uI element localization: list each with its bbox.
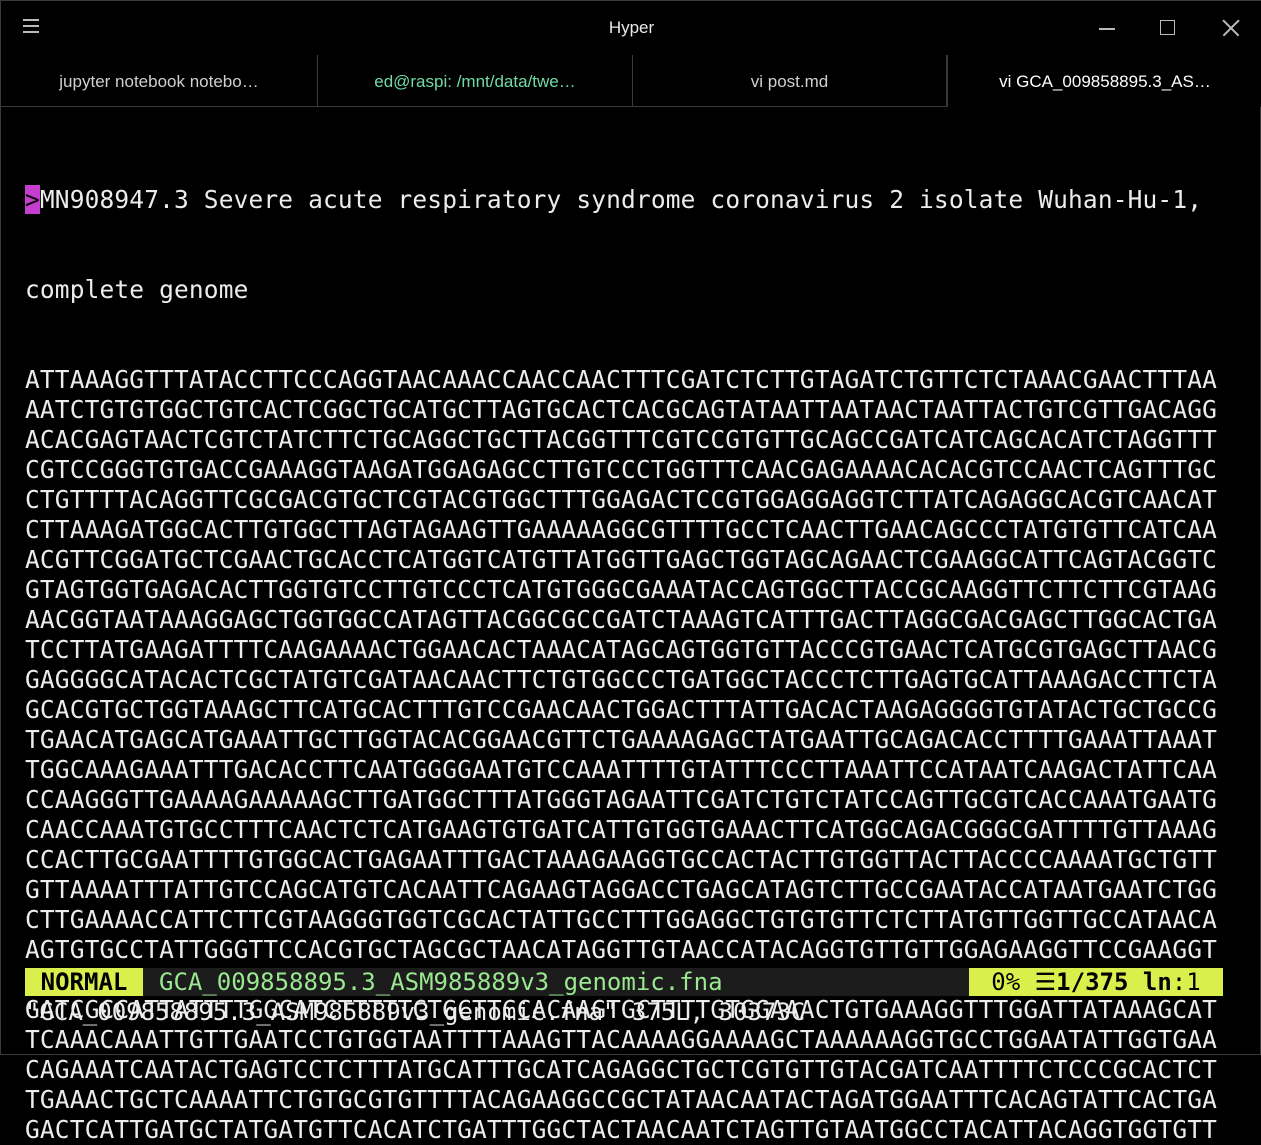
sequence-line: ACACGAGTAACTCGTCTATCTTCTGCAGGCTGCTTACGGT… (25, 425, 1218, 454)
minimize-icon[interactable] (1093, 15, 1121, 41)
fasta-header-line: >MN908947.3 Severe acute respiratory syn… (25, 185, 1241, 215)
cursor-position: 0% ☰1/375 ln:1 (969, 968, 1223, 996)
maximize-icon[interactable] (1154, 15, 1182, 41)
mode-indicator: NORMAL (25, 968, 143, 996)
statusline-filename: GCA_009858895.3_ASM985889v3_genomic.fna (159, 968, 723, 996)
text-cursor: > (25, 185, 40, 214)
sequence-line: CCACTTGCGAATTTTGTGGCACTGAGAATTTGACTAAAGA… (25, 845, 1218, 874)
window-title: Hyper (608, 18, 655, 37)
scroll-percent: 0% (991, 968, 1021, 996)
sequence-line: ACGTTCGGATGCTCGAACTGCACCTCATGGTCATGTTATG… (25, 545, 1218, 574)
sequence-line: GCACGTGCTGGTAAAGCTTCATGCACTTTGTCCGAACAAC… (25, 695, 1218, 724)
sequence-line: CGTCCGGGTGTGACCGAAAGGTAAGATGGAGAGCCTTGTC… (25, 455, 1218, 484)
sequence-line: GTTAAAATTTATTGTCCAGCATGTCACAATTCAGAAGTAG… (25, 875, 1218, 904)
tab-ssh-raspi[interactable]: ed@raspi: /mnt/data/twe… (318, 55, 633, 107)
sequence-line: AACGGTAATAAAGGAGCTGGTGGCCATAGTTACGGCGCCG… (25, 605, 1218, 634)
tab-vi-genome[interactable]: vi GCA_009858895.3_AS… (947, 55, 1261, 107)
sequence-line: CAACCAAATGTGCCTTTCAACTCTCATGAAGTGTGATCAT… (25, 815, 1218, 844)
sequence-line: CCAAGGGTTGAAAAGAAAAAGCTTGATGGCTTTATGGGTA… (25, 785, 1218, 814)
tab-bar: jupyter notebook notebo… ed@raspi: /mnt/… (1, 55, 1261, 107)
fasta-header-text: MN908947.3 Severe acute respiratory synd… (39, 185, 1203, 214)
sequence-line: ATTAAAGGTTTATACCTTCCCAGGTAACAAACCAACCAAC… (25, 365, 1218, 394)
sequence-line: GAGGGGCATACACTCGCTATGTCGATAACAACTTCTGTGG… (25, 665, 1218, 694)
close-icon[interactable] (1217, 15, 1245, 41)
sequence-line: TCAAACAAATTGTTGAATCCTGTGGTAATTTTAAAGTTAC… (25, 1025, 1218, 1054)
tab-vi-post[interactable]: vi post.md (633, 55, 947, 107)
title-bar: Hyper (1, 1, 1261, 56)
sequence-line: CTGTTTTACAGGTTCGCGACGTGCTCGTACGTGGCTTTGG… (25, 485, 1218, 514)
sequence-line: AGTGTGCCTATTGGGTTCCACGTGCTAGCGCTAACATAGG… (25, 935, 1218, 964)
sequence-line: TGGCAAAGAAATTTGACACCTTCAATGGGGAATGTCCAAA… (25, 755, 1218, 784)
sequence-line: TCCTTATGAAGATTTTCAAGAAAACTGGAACACTAAACAT… (25, 635, 1218, 664)
sequence-line: TGAACATGAGCATGAAATTGCTTGGTACACGGAACGTTCT… (25, 725, 1218, 754)
sequence-line: GACTCATTGATGCTATGATGTTCACATCTGATTTGGCTAC… (25, 1115, 1218, 1144)
tab-jupyter[interactable]: jupyter notebook notebo… (1, 55, 318, 107)
line-position: 1/375 (1056, 968, 1129, 996)
sequence-line: GTAGTGGTGAGACACTTGGTGTCCTTGTCCCTCATGTGGG… (25, 575, 1218, 604)
column-position: :1 (1171, 968, 1201, 996)
hyper-window: Hyper jupyter notebook notebo… ed@raspi:… (0, 0, 1261, 1144)
vim-statusline: NORMAL GCA_009858895.3_ASM985889v3_genom… (25, 968, 1223, 996)
sequence-line: AATCTGTGTGGCTGTCACTCGGCTGCATGCTTAGTGCACT… (25, 395, 1218, 424)
sequence-line: TGAAACTGCTCAAAATTCTGTGCGTGTTTTACAGAAGGCC… (25, 1085, 1218, 1114)
ln-label: ln (1142, 968, 1172, 996)
sequence-line: CTTAAAGATGGCACTTGTGGCTTAGTAGAAGTTGAAAAAG… (25, 515, 1218, 544)
hamburger-menu-icon[interactable] (23, 19, 41, 35)
sequence-line: CAGAAATCAATACTGAGTCCTCTTTATGCATTTGCATCAG… (25, 1055, 1218, 1084)
sequence-line: CTTGAAAACCATTCTTCGTAAGGGTGGTCGCACTATTGCC… (25, 905, 1218, 934)
fasta-header-continuation: complete genome (25, 275, 249, 304)
lines-icon: ☰ (1034, 968, 1057, 996)
command-line-message: "GCA_009858895.3_ASM985889v3_genomic.fna… (25, 998, 806, 1026)
